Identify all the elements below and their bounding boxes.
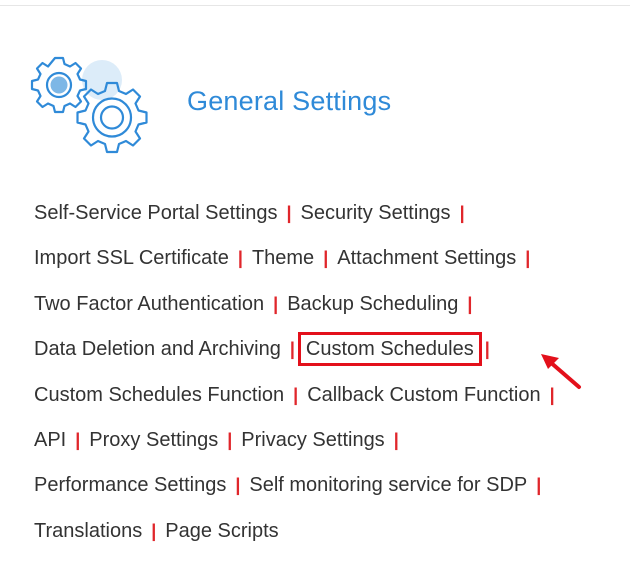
separator: | xyxy=(227,429,233,450)
link-row: API | Proxy Settings | Privacy Settings | xyxy=(34,422,624,467)
general-settings-page: General Settings Self-Service Portal Set… xyxy=(0,0,630,577)
link-self-service-portal-settings[interactable]: Self-Service Portal Settings xyxy=(34,202,277,224)
separator: | xyxy=(237,248,243,269)
gears-icon xyxy=(30,56,148,154)
link-translations[interactable]: Translations xyxy=(34,520,142,542)
top-divider xyxy=(0,5,630,6)
link-backup-scheduling[interactable]: Backup Scheduling xyxy=(287,293,458,315)
separator: | xyxy=(459,203,465,223)
link-attachment-settings[interactable]: Attachment Settings xyxy=(337,247,516,269)
separator: | xyxy=(151,520,157,541)
link-performance-settings[interactable]: Performance Settings xyxy=(34,474,226,496)
separator: | xyxy=(289,339,295,360)
separator: | xyxy=(484,339,490,360)
link-proxy-settings[interactable]: Proxy Settings xyxy=(89,429,218,451)
separator: | xyxy=(323,248,329,269)
link-api[interactable]: API xyxy=(34,429,66,451)
link-security-settings[interactable]: Security Settings xyxy=(300,202,450,224)
link-two-factor-authentication[interactable]: Two Factor Authentication xyxy=(34,293,264,315)
annotation-arrow-icon xyxy=(541,354,581,389)
separator: | xyxy=(286,203,292,223)
link-callback-custom-function[interactable]: Callback Custom Function xyxy=(307,384,540,406)
link-page-scripts[interactable]: Page Scripts xyxy=(165,520,278,542)
separator: | xyxy=(525,248,531,269)
separator: | xyxy=(536,475,542,496)
link-theme[interactable]: Theme xyxy=(252,247,314,269)
separator: | xyxy=(467,293,473,314)
link-data-deletion-and-archiving[interactable]: Data Deletion and Archiving xyxy=(34,338,281,360)
separator: | xyxy=(75,429,81,450)
section-title: General Settings xyxy=(187,86,392,116)
separator: | xyxy=(235,475,241,496)
link-self-monitoring-service[interactable]: Self monitoring service for SDP xyxy=(249,474,527,496)
separator: | xyxy=(293,384,299,405)
link-import-ssl-certificate[interactable]: Import SSL Certificate xyxy=(34,247,229,269)
separator: | xyxy=(393,429,399,450)
link-row: Performance Settings | Self monitoring ser… xyxy=(34,467,624,512)
link-row: Import SSL Certificate | Theme | Attachment … xyxy=(34,240,624,285)
link-privacy-settings[interactable]: Privacy Settings xyxy=(241,429,384,451)
separator: | xyxy=(273,293,279,314)
link-custom-schedules-function[interactable]: Custom Schedules Function xyxy=(34,384,284,406)
link-row: Translations | Page Scripts xyxy=(34,513,624,558)
link-custom-schedules[interactable]: Custom Schedules xyxy=(297,332,482,367)
link-row: Two Factor Authentication | Backup Schedul… xyxy=(34,286,624,331)
link-row: Self-Service Portal Settings | Security Se… xyxy=(34,195,624,240)
